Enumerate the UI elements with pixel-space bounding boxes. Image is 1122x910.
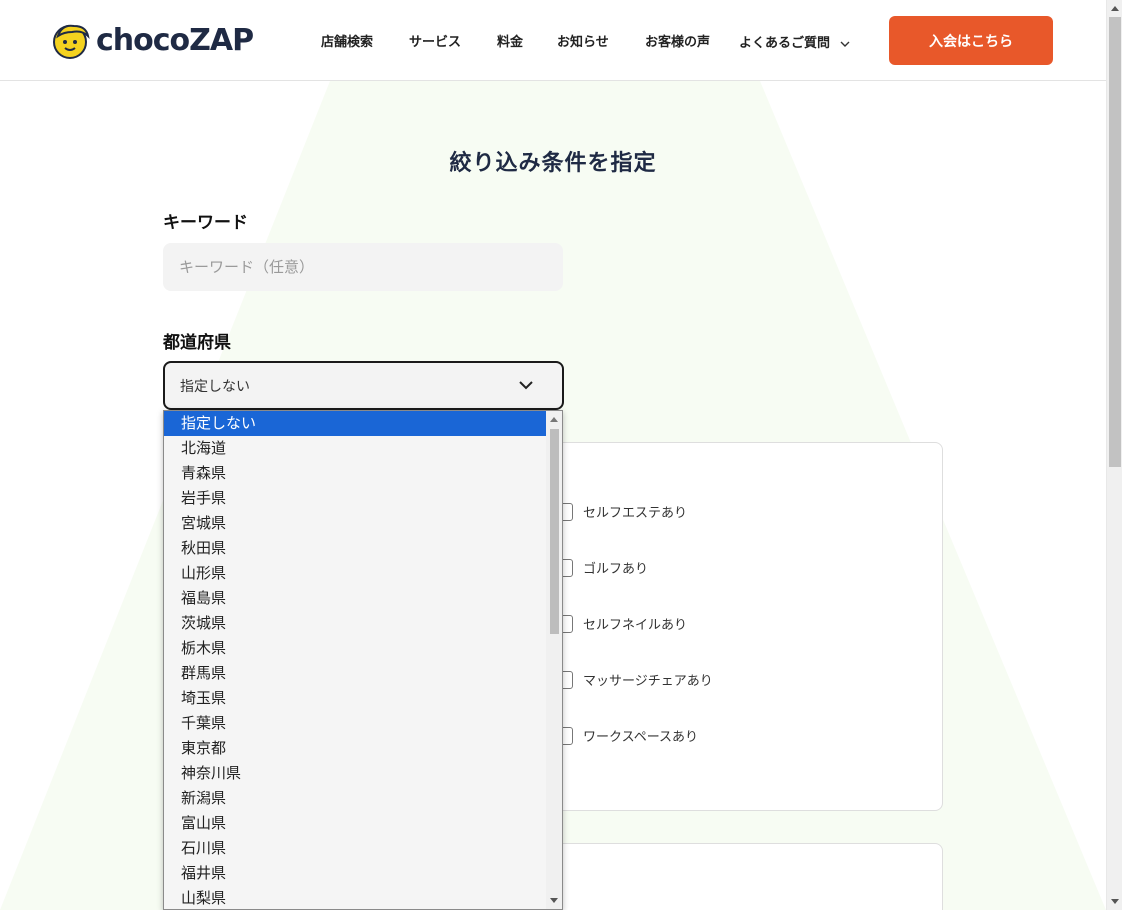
keyword-label: キーワード (163, 213, 248, 233)
dropdown-option[interactable]: 富山県 (164, 811, 546, 836)
dropdown-option[interactable]: 新潟県 (164, 786, 546, 811)
option-workspace[interactable]: ワークスペースあり (557, 726, 698, 745)
option-label: ワークスペースあり (583, 730, 699, 745)
dropdown-option[interactable]: 千葉県 (164, 711, 546, 736)
page-title: 絞り込み条件を指定 (449, 151, 657, 176)
nav-service[interactable]: サービス (409, 31, 461, 50)
page-scrollbar[interactable] (1106, 0, 1122, 910)
dropdown-option[interactable]: 山梨県 (164, 886, 546, 909)
scrollbar-thumb[interactable] (550, 429, 559, 634)
dropdown-option[interactable]: 神奈川県 (164, 761, 546, 786)
chevron-down-icon (519, 381, 533, 390)
dropdown-option[interactable]: 宮城県 (164, 511, 546, 536)
dropdown-option[interactable]: 栃木県 (164, 636, 546, 661)
dropdown-option[interactable]: 群馬県 (164, 661, 546, 686)
logo-mascot-icon (53, 24, 90, 59)
nav-voices[interactable]: お客様の声 (645, 31, 710, 50)
dropdown-option[interactable]: 茨城県 (164, 611, 546, 636)
option-label: セルフネイルあり (583, 618, 688, 633)
prefecture-select-value: 指定しない (180, 378, 250, 395)
keyword-input[interactable] (163, 243, 563, 291)
nav-faq-label: よくあるご質問 (739, 36, 831, 51)
dropdown-option[interactable]: 石川県 (164, 836, 546, 861)
option-massage-chair[interactable]: マッサージチェアあり (557, 670, 713, 689)
dropdown-option[interactable]: 埼玉県 (164, 686, 546, 711)
option-label: マッサージチェアあり (583, 674, 713, 689)
logo[interactable]: chocoZAP (52, 20, 254, 60)
prefecture-label: 都道府県 (163, 333, 231, 353)
scroll-down-arrow-icon[interactable] (550, 898, 558, 903)
dropdown-option[interactable]: 岩手県 (164, 486, 546, 511)
dropdown-option[interactable]: 秋田県 (164, 536, 546, 561)
site-header: chocoZAP 店舗検索 サービス 料金 お知らせ お客様の声 よくあるご質問… (0, 0, 1106, 81)
chevron-down-icon (840, 41, 850, 47)
scroll-up-arrow-icon[interactable] (1111, 6, 1119, 11)
dropdown-scrollbar[interactable] (546, 411, 562, 909)
prefecture-dropdown-list[interactable]: 指定しない 北海道 青森県 岩手県 宮城県 秋田県 山形県 福島県 茨城県 栃木県 群馬県 埼玉県 千葉… (163, 410, 563, 910)
dropdown-option[interactable]: 青森県 (164, 461, 546, 486)
scroll-down-arrow-icon[interactable] (1111, 899, 1119, 904)
dropdown-option[interactable]: 北海道 (164, 436, 546, 461)
dropdown-option[interactable]: 東京都 (164, 736, 546, 761)
dropdown-option[interactable]: 福島県 (164, 586, 546, 611)
dropdown-option[interactable]: 福井県 (164, 861, 546, 886)
nav-price[interactable]: 料金 (497, 31, 523, 50)
option-golf[interactable]: ゴルフあり (557, 558, 648, 577)
scroll-up-arrow-icon[interactable] (550, 417, 558, 422)
option-label: ゴルフあり (583, 562, 649, 577)
scrollbar-thumb[interactable] (1109, 17, 1121, 467)
dropdown-option[interactable]: 指定しない (164, 411, 546, 436)
nav-faq[interactable]: よくあるご質問 (739, 32, 850, 51)
nav-news[interactable]: お知らせ (557, 31, 609, 50)
option-label: セルフエステあり (583, 506, 688, 521)
prefecture-select[interactable]: 指定しない (163, 361, 564, 410)
dropdown-option[interactable]: 山形県 (164, 561, 546, 586)
nav-store-search[interactable]: 店舗検索 (321, 31, 373, 50)
option-self-nail[interactable]: セルフネイルあり (557, 614, 687, 633)
join-button[interactable]: 入会はこちら (889, 16, 1053, 65)
option-self-esthe[interactable]: セルフエステあり (557, 502, 687, 521)
logo-text: chocoZAP (96, 22, 254, 58)
